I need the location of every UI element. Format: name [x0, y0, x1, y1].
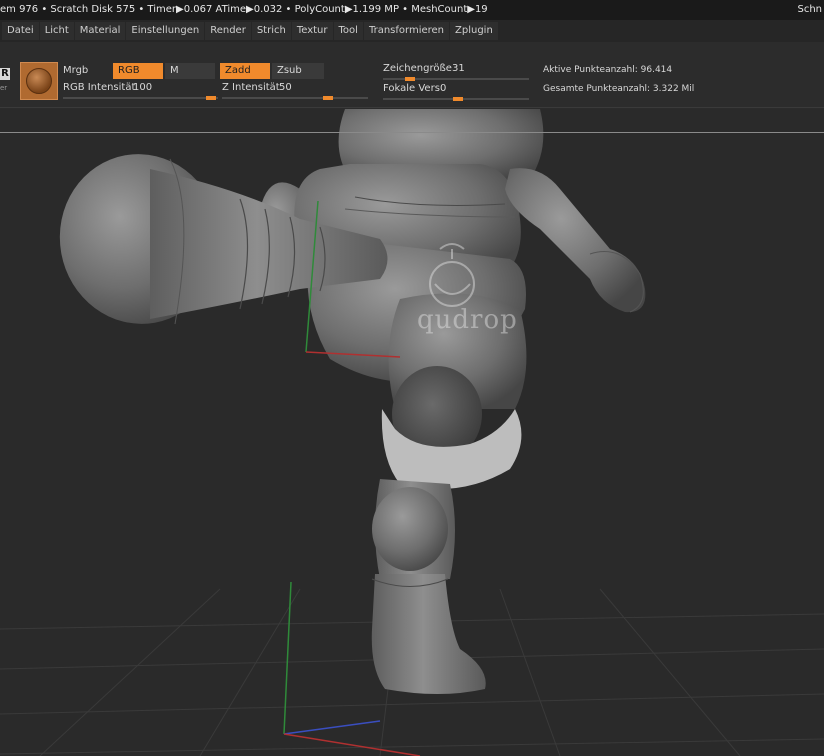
menu-strich[interactable]: Strich	[251, 22, 291, 40]
menu-einstellungen[interactable]: Einstellungen	[126, 22, 205, 40]
menu-material[interactable]: Material	[74, 22, 126, 40]
menu-tool[interactable]: Tool	[333, 22, 363, 40]
rgb-intensity-value: 100	[133, 82, 153, 93]
z-intensity-value: 50	[279, 82, 292, 93]
focal-knob[interactable]	[453, 97, 463, 101]
canvas-viewport[interactable]: qudrop	[0, 109, 824, 756]
z-intensity-track[interactable]	[222, 97, 368, 99]
menu-datei[interactable]: Datei	[2, 22, 39, 40]
m-button[interactable]: M	[165, 63, 215, 79]
menu-render[interactable]: Render	[205, 22, 251, 40]
mode-icon[interactable]: R	[0, 68, 10, 80]
focal-value: 0	[440, 83, 447, 94]
total-points-readout: Gesamte Punkteanzahl: 3.322 Mil	[543, 84, 695, 94]
menu-textur[interactable]: Textur	[291, 22, 333, 40]
material-swatch-button[interactable]	[20, 62, 58, 100]
status-info: em 976 • Scratch Disk 575 • Timer▶0.067 …	[0, 4, 488, 15]
rgb-intensity-knob[interactable]	[206, 96, 216, 100]
focal-label: Fokale Vers	[383, 83, 440, 94]
character-model	[59, 109, 646, 694]
mrgb-button[interactable]: Mrgb	[63, 65, 88, 76]
menu-licht[interactable]: Licht	[39, 22, 74, 40]
toolbar-divider	[0, 132, 824, 133]
z-intensity-knob[interactable]	[323, 96, 333, 100]
draw-size-label: Zeichengröße	[383, 63, 452, 74]
menu-zplugin[interactable]: Zplugin	[450, 22, 498, 40]
rgb-button[interactable]: RGB	[113, 63, 163, 79]
rgb-intensity-label: RGB Intensität	[63, 82, 136, 93]
draw-size-value: 31	[452, 63, 465, 74]
menu-bar: Datei Licht Material Einstellungen Rende…	[0, 20, 824, 42]
toolbar: R er Mrgb RGB M Zadd Zsub RGB Intensität…	[0, 42, 824, 108]
mode-sub-label: er	[0, 84, 8, 92]
zsub-button[interactable]: Zsub	[272, 63, 324, 79]
status-bar: em 976 • Scratch Disk 575 • Timer▶0.067 …	[0, 0, 824, 20]
sculpt-scene	[0, 109, 824, 756]
material-sphere-icon	[26, 68, 52, 94]
rgb-intensity-track[interactable]	[63, 97, 218, 99]
z-intensity-label: Z Intensität	[222, 82, 280, 93]
zadd-button[interactable]: Zadd	[220, 63, 270, 79]
draw-size-knob[interactable]	[405, 77, 415, 81]
watermark-text: qudrop	[417, 305, 518, 335]
status-right-label: Schn	[797, 4, 822, 15]
menu-transformieren[interactable]: Transformieren	[363, 22, 450, 40]
active-points-readout: Aktive Punkteanzahl: 96.414	[543, 65, 673, 75]
